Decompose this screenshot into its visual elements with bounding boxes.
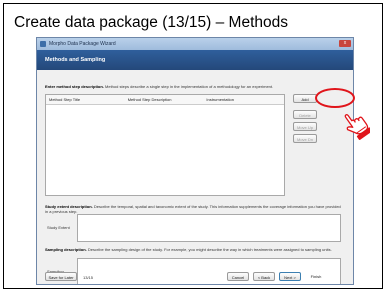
sampling-description-bold: Sampling description.	[45, 247, 87, 252]
method-steps-table-header: Method Step Title Method Step Descriptio…	[46, 95, 284, 105]
column-header-description[interactable]: Method Step Description	[125, 95, 204, 104]
slide-title: Create data package (13/15) – Methods	[14, 14, 289, 31]
method-step-instruction-bold: Enter method step description.	[45, 84, 104, 89]
page-indicator: 13/15	[83, 275, 94, 280]
move-up-button[interactable]: Move Up	[293, 122, 317, 131]
method-step-instruction: Enter method step description. Method st…	[45, 84, 345, 89]
save-for-later-button[interactable]: Save for Later	[45, 272, 77, 281]
wizard-footer: Save for Later 13/15 Cancel < Back Next …	[37, 270, 353, 284]
method-steps-table[interactable]: Method Step Title Method Step Descriptio…	[45, 94, 285, 196]
study-extent-description: Study extent description. Describe the t…	[45, 204, 343, 214]
wizard-body: Enter method step description. Method st…	[37, 70, 353, 284]
add-button[interactable]: Add	[293, 94, 317, 103]
delete-button[interactable]: Delete	[293, 110, 317, 119]
cancel-button[interactable]: Cancel	[227, 272, 249, 281]
move-down-button[interactable]: Move Dn	[293, 134, 317, 143]
wizard-header: Methods and Sampling	[37, 50, 353, 70]
window-close-button[interactable]: x	[339, 40, 351, 47]
method-step-instruction-text: Method steps describe a single step in t…	[103, 84, 274, 89]
sampling-description: Sampling description. Describe the sampl…	[45, 247, 343, 252]
finish-button[interactable]: Finish	[305, 272, 327, 281]
window-title: Morpho Data Package Wizard	[49, 41, 116, 47]
study-extent-label: Study Extent	[47, 225, 70, 230]
study-extent-textarea[interactable]	[77, 214, 341, 242]
column-header-instrumentation[interactable]: Instrumentation	[203, 95, 284, 104]
wizard-window: Morpho Data Package Wizard x Methods and…	[36, 37, 354, 285]
back-button[interactable]: < Back	[253, 272, 275, 281]
app-icon	[40, 41, 46, 47]
add-button-highlight-ring	[315, 88, 355, 108]
sampling-description-text: Describe the sampling design of the stud…	[86, 247, 332, 252]
hand-pointer-icon	[344, 114, 370, 140]
window-titlebar: Morpho Data Package Wizard	[37, 38, 353, 50]
column-header-title[interactable]: Method Step Title	[46, 95, 125, 104]
next-button[interactable]: Next >	[279, 272, 301, 281]
